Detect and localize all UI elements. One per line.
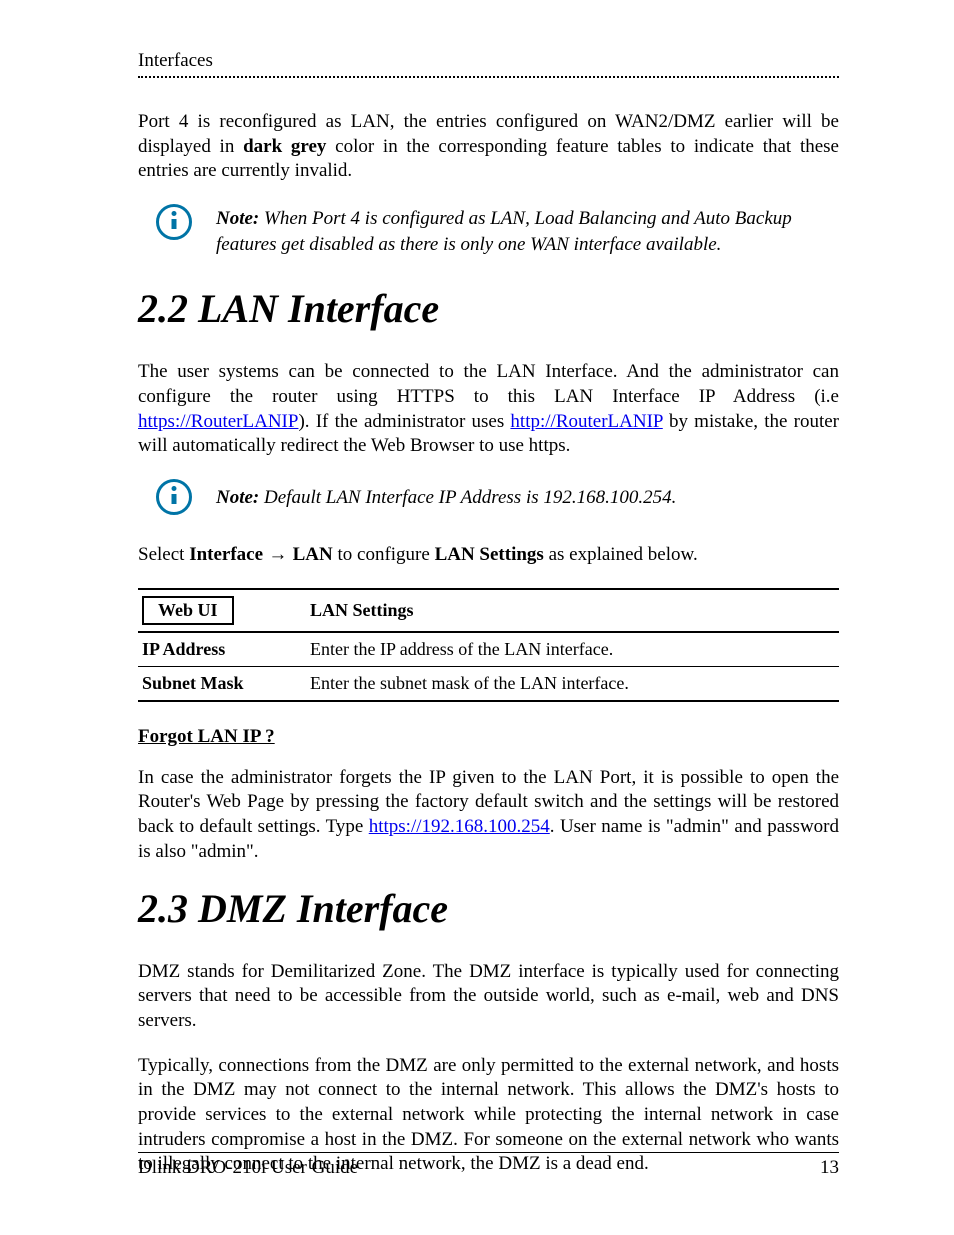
note-block: Note: Default LAN Interface IP Address i… [156,479,839,515]
table-header-lan-settings: LAN Settings [306,589,839,632]
intro-paragraph: Port 4 is reconfigured as LAN, the entri… [138,110,839,184]
link-default-ip[interactable]: https://192.168.100.254 [369,816,550,837]
note-text: Note: When Port 4 is configured as LAN, … [216,206,839,257]
note-label: Note: [216,208,259,229]
info-icon [156,204,192,240]
document-page: Interfaces Port 4 is reconfigured as LAN… [0,0,954,1235]
text: to configure [333,544,435,565]
nav-instruction: Select Interface → LAN to configure LAN … [138,543,839,568]
row-desc: Enter the IP address of the LAN interfac… [306,632,839,667]
nav-interface: Interface [189,544,263,565]
note-body-text: When Port 4 is configured as LAN, Load B… [216,208,792,255]
row-label: Subnet Mask [138,666,306,701]
section23-p1: DMZ stands for Demilitarized Zone. The D… [138,960,839,1034]
footer-title: Dlink DRO-210i User Guide [138,1157,358,1179]
table-header-webui: Web UI [138,589,306,632]
footer-page-number: 13 [820,1157,839,1179]
note-label: Note: [216,487,259,508]
table-row: Subnet Mask Enter the subnet mask of the… [138,666,839,701]
nav-lan-settings: LAN Settings [435,544,544,565]
section-heading-23: 2.3 DMZ Interface [138,885,839,932]
section-heading-22: 2.2 LAN Interface [138,285,839,332]
row-desc: Enter the subnet mask of the LAN interfa… [306,666,839,701]
text: as explained below. [544,544,698,565]
table-row: IP Address Enter the IP address of the L… [138,632,839,667]
text: ). If the administrator uses [298,411,510,432]
text-bold: dark grey [243,136,326,157]
note-text: Note: Default LAN Interface IP Address i… [216,485,676,511]
link-https-routerlanip[interactable]: https://RouterLANIP [138,411,298,432]
note-block: Note: When Port 4 is configured as LAN, … [156,204,839,257]
info-icon [156,479,192,515]
section22-p1: The user systems can be connected to the… [138,360,839,459]
text: Select [138,544,189,565]
forgot-paragraph: In case the administrator forgets the IP… [138,766,839,865]
page-header: Interfaces [138,50,839,78]
arrow-icon: → [263,544,293,565]
note-body-text: Default LAN Interface IP Address is 192.… [259,487,676,508]
link-http-routerlanip[interactable]: http://RouterLANIP [510,411,662,432]
lan-settings-table: Web UI LAN Settings IP Address Enter the… [138,588,839,702]
text: The user systems can be connected to the… [138,361,839,407]
row-label: IP Address [138,632,306,667]
page-footer: Dlink DRO-210i User Guide 13 [138,1152,839,1179]
forgot-heading: Forgot LAN IP ? [138,726,839,748]
webui-box: Web UI [142,596,234,625]
nav-lan: LAN [293,544,333,565]
